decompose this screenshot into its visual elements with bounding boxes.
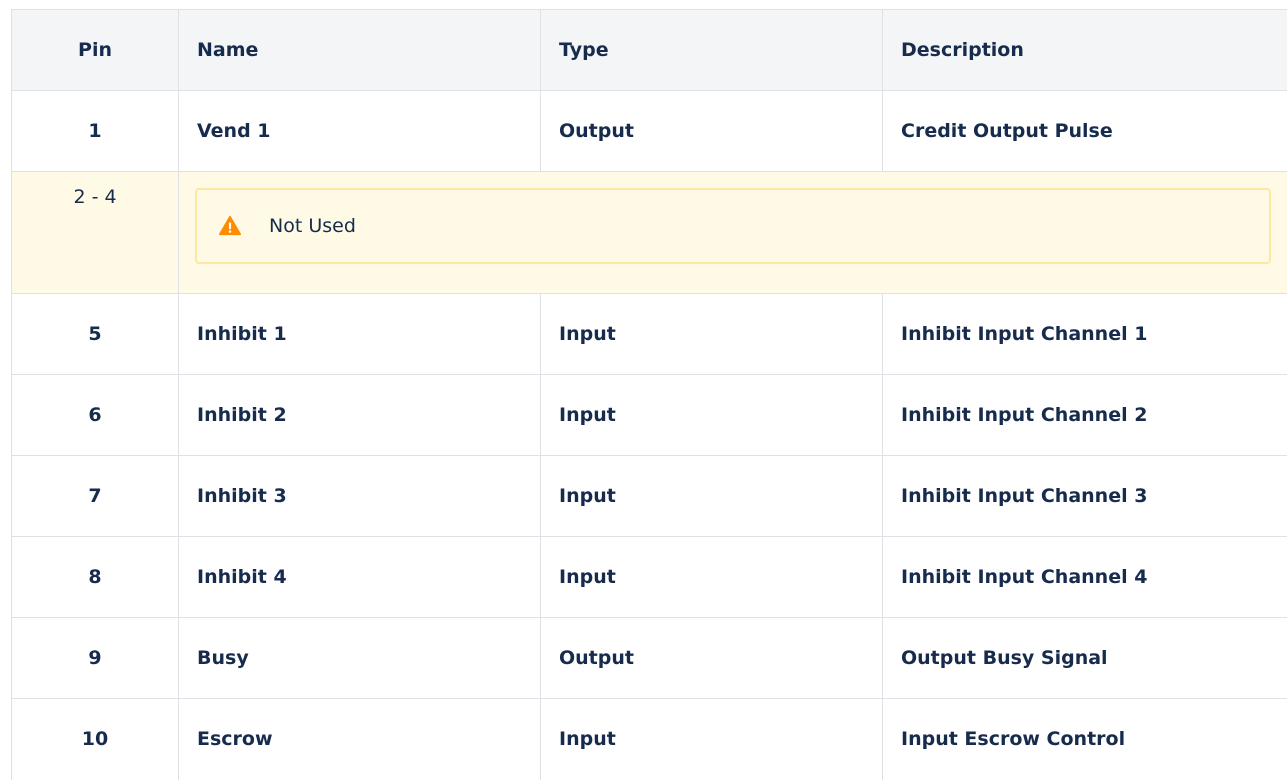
- table-row: 5 Inhibit 1 Input Inhibit Input Channel …: [12, 294, 1287, 375]
- header-pin: Pin: [12, 10, 179, 91]
- pin-cell: 5: [12, 294, 179, 375]
- name-cell: Busy: [179, 618, 541, 699]
- name-cell: Vend 1: [179, 91, 541, 172]
- table-row: 6 Inhibit 2 Input Inhibit Input Channel …: [12, 375, 1287, 456]
- description-cell: Inhibit Input Channel 3: [883, 456, 1287, 537]
- pin-cell: 6: [12, 375, 179, 456]
- pin-cell: 7: [12, 456, 179, 537]
- pin-cell: 9: [12, 618, 179, 699]
- table-row: 10 Escrow Input Input Escrow Control: [12, 699, 1287, 780]
- pin-cell: 8: [12, 537, 179, 618]
- pin-cell: 2 - 4: [12, 172, 179, 294]
- name-cell: Escrow: [179, 699, 541, 780]
- pin-cell: 10: [12, 699, 179, 780]
- table-row: 7 Inhibit 3 Input Inhibit Input Channel …: [12, 456, 1287, 537]
- table-row-not-used: 2 - 4 Not Used: [12, 172, 1287, 294]
- warning-text: Not Used: [269, 215, 356, 237]
- name-cell: Inhibit 1: [179, 294, 541, 375]
- not-used-cell: Not Used: [179, 172, 1287, 294]
- type-cell: Input: [541, 375, 883, 456]
- pin-cell: 1: [12, 91, 179, 172]
- header-name: Name: [179, 10, 541, 91]
- type-cell: Input: [541, 699, 883, 780]
- table-row: 9 Busy Output Output Busy Signal: [12, 618, 1287, 699]
- description-cell: Inhibit Input Channel 4: [883, 537, 1287, 618]
- warning-icon: [219, 215, 241, 237]
- type-cell: Output: [541, 91, 883, 172]
- name-cell: Inhibit 3: [179, 456, 541, 537]
- header-description: Description: [883, 10, 1287, 91]
- description-cell: Inhibit Input Channel 2: [883, 375, 1287, 456]
- name-cell: Inhibit 2: [179, 375, 541, 456]
- header-type: Type: [541, 10, 883, 91]
- warning-panel: Not Used: [195, 188, 1271, 264]
- table-row: 1 Vend 1 Output Credit Output Pulse: [12, 91, 1287, 172]
- type-cell: Input: [541, 456, 883, 537]
- table-row: 8 Inhibit 4 Input Inhibit Input Channel …: [12, 537, 1287, 618]
- description-cell: Credit Output Pulse: [883, 91, 1287, 172]
- pin-table: Pin Name Type Description 1 Vend 1 Outpu…: [11, 9, 1287, 780]
- description-cell: Inhibit Input Channel 1: [883, 294, 1287, 375]
- description-cell: Output Busy Signal: [883, 618, 1287, 699]
- name-cell: Inhibit 4: [179, 537, 541, 618]
- table-header-row: Pin Name Type Description: [12, 10, 1287, 91]
- description-cell: Input Escrow Control: [883, 699, 1287, 780]
- type-cell: Input: [541, 294, 883, 375]
- type-cell: Output: [541, 618, 883, 699]
- type-cell: Input: [541, 537, 883, 618]
